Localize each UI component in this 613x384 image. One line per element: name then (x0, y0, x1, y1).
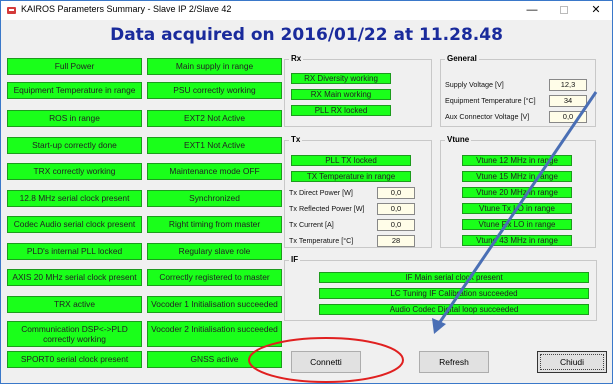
title-bar: KAIROS Parameters Summary - Slave IP 2/S… (1, 1, 612, 20)
vtune-indicator: Vtune 43 MHz in range (462, 235, 572, 246)
equipment-temperature-label: Equipment Temperature [°C] (445, 96, 536, 105)
if-indicator: Audio Codec Digital loop succeeded (319, 304, 589, 315)
chiudi-button[interactable]: Chiudi (537, 351, 607, 373)
vtune-group: Vtune Vtune 12 MHz in range Vtune 15 MHz… (440, 135, 596, 248)
focus-ring (540, 354, 604, 370)
tx-temperature-label: Tx Temperature [°C] (289, 236, 354, 245)
left-status-indicator: SPORT0 serial clock present (7, 351, 142, 368)
if-group-label: IF (289, 255, 301, 264)
mid-status-indicator: Main supply in range (147, 58, 282, 75)
left-status-indicator: Equipment Temperature in range (7, 82, 142, 99)
rx-group: Rx RX Diversity working RX Main working … (284, 54, 432, 127)
mid-status-indicator: PSU correctly working (147, 82, 282, 99)
tx-reflected-power-label: Tx Reflected Power [W] (289, 204, 365, 213)
aux-connector-voltage-value: 0,0 (549, 111, 587, 123)
minimize-button[interactable]: — (517, 3, 547, 18)
left-status-indicator: Communication DSP<->PLD correctly workin… (7, 321, 142, 347)
tx-current-label: Tx Current [A] (289, 220, 334, 229)
mid-status-indicator: Right timing from master (147, 216, 282, 233)
mid-status-indicator: Maintenance mode OFF (147, 163, 282, 180)
left-status-indicator: Full Power (7, 58, 142, 75)
left-status-indicator: AXIS 20 MHz serial clock present (7, 269, 142, 286)
if-indicator: IF Main serial clock present (319, 272, 589, 283)
tx-direct-power-label: Tx Direct Power [W] (289, 188, 353, 197)
vtune-group-label: Vtune (445, 135, 472, 144)
if-group: IF IF Main serial clock present LC Tunin… (284, 255, 597, 321)
mid-status-indicator: Vocoder 2 Initialisation succeeded (147, 321, 282, 347)
tx-temperature-value: 28 (377, 235, 415, 247)
vtune-indicator: Vtune Rx LO in range (462, 219, 572, 230)
tx-group-label: Tx (289, 135, 303, 144)
connetti-button[interactable]: Connetti (291, 351, 361, 373)
supply-voltage-label: Supply Voltage [V] (445, 80, 504, 89)
page-title: Data acquired on 2016/01/22 at 11.28.48 (110, 25, 503, 45)
general-group-label: General (445, 54, 479, 63)
main-window: KAIROS Parameters Summary - Slave IP 2/S… (0, 0, 613, 384)
rx-group-label: Rx (289, 54, 304, 63)
rx-indicator: PLL RX locked (291, 105, 391, 116)
mid-status-indicator: EXT1 Not Active (147, 137, 282, 154)
left-status-indicator: TRX correctly working (7, 163, 142, 180)
refresh-button[interactable]: Refresh (419, 351, 489, 373)
window-title: KAIROS Parameters Summary - Slave IP 2/S… (21, 4, 232, 14)
tx-reflected-power-value: 0,0 (377, 203, 415, 215)
rx-indicator: RX Main working (291, 89, 391, 100)
if-indicator: LC Tuning IF Calibration succeeded (319, 288, 589, 299)
aux-connector-voltage-label: Aux Connector Voltage [V] (445, 112, 530, 121)
general-group: General Supply Voltage [V] 12,3 Equipmen… (440, 54, 596, 127)
app-icon (7, 7, 16, 14)
maximize-icon (560, 6, 568, 14)
mid-status-indicator: Correctly registered to master (147, 269, 282, 286)
tx-indicator: PLL TX locked (291, 155, 411, 166)
left-status-indicator: Codec Audio serial clock present (7, 216, 142, 233)
rx-indicator: RX Diversity working (291, 73, 391, 84)
mid-status-indicator: GNSS active (147, 351, 282, 368)
left-status-indicator: TRX active (7, 296, 142, 313)
mid-status-indicator: Synchronized (147, 190, 282, 207)
vtune-indicator: Vtune 20 MHz in range (462, 187, 572, 198)
tx-current-value: 0,0 (377, 219, 415, 231)
vtune-indicator: Vtune Tx LO in range (462, 203, 572, 214)
tx-group: Tx PLL TX locked TX Temperature in range… (284, 135, 432, 248)
left-status-indicator: 12.8 MHz serial clock present (7, 190, 142, 207)
tx-direct-power-value: 0,0 (377, 187, 415, 199)
vtune-indicator: Vtune 15 MHz in range (462, 171, 572, 182)
mid-status-indicator: Vocoder 1 Initialisation succeeded (147, 296, 282, 313)
tx-indicator: TX Temperature in range (291, 171, 411, 182)
vtune-indicator: Vtune 12 MHz in range (462, 155, 572, 166)
left-status-indicator: PLD's internal PLL locked (7, 243, 142, 260)
left-status-indicator: ROS in range (7, 110, 142, 127)
supply-voltage-value: 12,3 (549, 79, 587, 91)
maximize-button[interactable] (549, 3, 579, 18)
mid-status-indicator: EXT2 Not Active (147, 110, 282, 127)
close-button[interactable]: ✕ (581, 3, 611, 18)
equipment-temperature-value: 34 (549, 95, 587, 107)
left-status-indicator: Start-up correctly done (7, 137, 142, 154)
mid-status-indicator: Regulary slave role (147, 243, 282, 260)
